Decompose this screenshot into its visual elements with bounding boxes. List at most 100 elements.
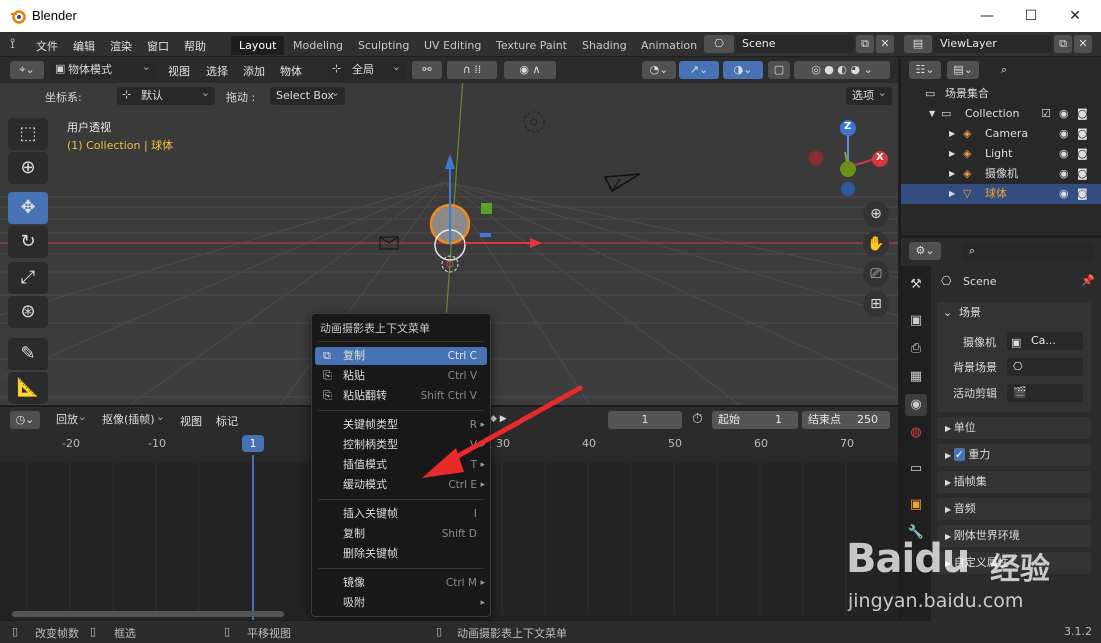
- scene-copy-icon[interactable]: ⧉: [856, 35, 874, 53]
- eye-icon[interactable]: ◉: [1059, 184, 1069, 204]
- viewlayer-delete-icon[interactable]: ✕: [1074, 35, 1092, 53]
- eye-icon[interactable]: ◉: [1059, 164, 1069, 184]
- menu-window[interactable]: 窗口: [147, 38, 169, 54]
- viewlayer-browse-icon[interactable]: ▤: [904, 35, 932, 53]
- gravity-checkbox-icon[interactable]: ✓: [953, 448, 965, 461]
- world-tab-icon[interactable]: ◍: [905, 422, 927, 444]
- expand-arrow-icon[interactable]: ▼: [929, 104, 935, 124]
- transform-tool-icon[interactable]: ⊛: [8, 296, 48, 328]
- playhead-frame-badge[interactable]: 1: [242, 435, 264, 452]
- menu-item-duplicate[interactable]: 复制 Shift D: [315, 525, 487, 543]
- eye-icon[interactable]: ◉: [1059, 144, 1069, 164]
- outliner-row-scene-collection[interactable]: ▭ 场景集合: [901, 84, 1101, 104]
- menu-item-mirror[interactable]: 镜像 Ctrl M: [315, 574, 487, 592]
- menu-item-snap[interactable]: 吸附: [315, 594, 487, 612]
- viewport-menu-add[interactable]: 添加: [243, 63, 265, 79]
- tab-layout[interactable]: Layout: [231, 36, 285, 55]
- maximize-button[interactable]: ☐: [1021, 6, 1041, 26]
- visibility-icon[interactable]: ◔⌄: [642, 61, 676, 79]
- pivot-icon[interactable]: ⚯: [412, 61, 442, 79]
- render-camera-icon[interactable]: ◙: [1077, 164, 1088, 184]
- editor-type-icon[interactable]: ⌖⌄: [10, 61, 44, 79]
- current-frame-field[interactable]: 1: [608, 411, 682, 429]
- menu-help[interactable]: 帮助: [184, 38, 206, 54]
- collection-tab-icon[interactable]: ▭: [905, 458, 927, 480]
- pin-icon[interactable]: 📌: [1081, 274, 1095, 287]
- background-scene-field[interactable]: ⎔: [1007, 358, 1083, 376]
- checkbox-icon[interactable]: ☑: [1041, 104, 1051, 124]
- timeline-editor-type-icon[interactable]: ◷⌄: [10, 411, 40, 429]
- gizmo-icon[interactable]: ↗⌄: [679, 61, 719, 79]
- scene-browse-icon[interactable]: ⎔: [704, 35, 734, 53]
- render-camera-icon[interactable]: ◙: [1077, 144, 1088, 164]
- audio-panel[interactable]: ▶ 音频: [937, 498, 1091, 520]
- viewlayer-name-field[interactable]: ViewLayer: [934, 35, 1052, 53]
- render-camera-icon[interactable]: ◙: [1077, 124, 1088, 144]
- mode-dropdown[interactable]: 物体模式: [50, 58, 156, 79]
- viewlayer-copy-icon[interactable]: ⧉: [1054, 35, 1072, 53]
- coord-system-dropdown[interactable]: 默认: [117, 84, 215, 105]
- scale-tool-icon[interactable]: ⤢: [8, 262, 48, 294]
- tab-uv-editing[interactable]: UV Editing: [416, 36, 489, 55]
- tab-shading[interactable]: Shading: [574, 36, 635, 55]
- ortho-grid-icon[interactable]: ⊞: [863, 291, 889, 317]
- scene-tab-icon[interactable]: ◉: [905, 394, 927, 416]
- units-panel[interactable]: ▶ 单位: [937, 417, 1091, 439]
- start-frame-field[interactable]: 起始 1: [712, 411, 798, 429]
- end-frame-field[interactable]: 结束点 250: [802, 411, 890, 429]
- rotate-tool-icon[interactable]: ↻: [8, 226, 48, 258]
- overlay-icon[interactable]: ◑⌄: [723, 61, 763, 79]
- tool-tab-icon[interactable]: ⚒: [905, 274, 927, 296]
- close-button[interactable]: ✕: [1065, 6, 1085, 26]
- proportional-edit-icon[interactable]: ◉ ∧: [504, 61, 556, 79]
- gravity-panel[interactable]: ▶ ✓ 重力: [937, 444, 1091, 466]
- tab-modeling[interactable]: Modeling: [285, 36, 351, 55]
- minimize-button[interactable]: —: [977, 6, 997, 26]
- stopwatch-icon[interactable]: ⏱: [692, 411, 703, 427]
- pan-hand-icon[interactable]: ✋: [863, 231, 889, 257]
- active-clip-field[interactable]: 🎬: [1007, 384, 1083, 402]
- timeline-menu-marker[interactable]: 标记: [216, 413, 238, 429]
- xray-icon[interactable]: ▢: [768, 61, 790, 79]
- render-camera-icon[interactable]: ◙: [1077, 104, 1088, 124]
- menu-edit[interactable]: 编辑: [73, 38, 95, 54]
- outliner-row-light[interactable]: ▶ ◈ Light ◉ ◙: [901, 144, 1101, 164]
- viewport-menu-view[interactable]: 视图: [168, 63, 190, 79]
- properties-search-input[interactable]: ⌕: [963, 242, 1093, 260]
- outliner-row-camera[interactable]: ▶ ◈ Camera ◉ ◙: [901, 124, 1101, 144]
- move-tool-icon[interactable]: ✥: [8, 192, 48, 224]
- outliner-search-input[interactable]: ⌕: [995, 61, 1093, 79]
- outliner-display-mode-icon[interactable]: ▤⌄: [947, 61, 979, 79]
- scene-panel-title[interactable]: 场景: [959, 302, 981, 324]
- render-camera-icon[interactable]: ◙: [1077, 184, 1088, 204]
- options-dropdown[interactable]: 选项: [846, 84, 892, 105]
- eye-icon[interactable]: ◉: [1059, 104, 1069, 124]
- outliner-row-camera-2[interactable]: ▶ ◈ 摄像机 ◉ ◙: [901, 164, 1101, 184]
- tab-animation[interactable]: Animation: [633, 36, 705, 55]
- menu-item-insert-keyframe[interactable]: 插入关键帧 I: [315, 505, 487, 523]
- expand-arrow-icon[interactable]: ▶: [949, 164, 955, 184]
- zoom-icon[interactable]: ⊕: [863, 201, 889, 227]
- cursor-tool-icon[interactable]: ⊕: [8, 152, 48, 184]
- select-box-tool-icon[interactable]: ⬚: [8, 118, 48, 150]
- viewport-menu-select[interactable]: 选择: [206, 63, 228, 79]
- expand-arrow-icon[interactable]: ▶: [949, 124, 955, 144]
- keying-sets-panel[interactable]: ▶ 插帧集: [937, 471, 1091, 493]
- menu-file[interactable]: 文件: [36, 38, 58, 54]
- properties-editor-type-icon[interactable]: ⚙⌄: [909, 242, 941, 260]
- nav-z-label[interactable]: Z: [844, 121, 851, 132]
- object-tab-icon[interactable]: ▣: [905, 494, 927, 516]
- keying-menu[interactable]: 抠像(插帧): [96, 408, 170, 429]
- view-layer-tab-icon[interactable]: ▦: [905, 366, 927, 388]
- expand-arrow-icon[interactable]: ▶: [949, 144, 955, 164]
- annotate-tool-icon[interactable]: ✎: [8, 338, 48, 370]
- tab-sculpting[interactable]: Sculpting: [350, 36, 417, 55]
- menu-item-delete-keyframes[interactable]: 删除关键帧: [315, 545, 487, 563]
- expand-arrow-icon[interactable]: ▶: [949, 184, 955, 204]
- timeline-menu-view[interactable]: 视图: [180, 413, 202, 429]
- outliner-row-collection[interactable]: ▼ ▭ Collection ☑ ◉ ◙: [901, 104, 1101, 124]
- blender-menu-icon[interactable]: ⟟: [10, 36, 15, 52]
- playback-menu[interactable]: 回放: [50, 408, 92, 429]
- snap-icon[interactable]: ∩ ⁞⁞: [447, 61, 497, 79]
- eye-icon[interactable]: ◉: [1059, 124, 1069, 144]
